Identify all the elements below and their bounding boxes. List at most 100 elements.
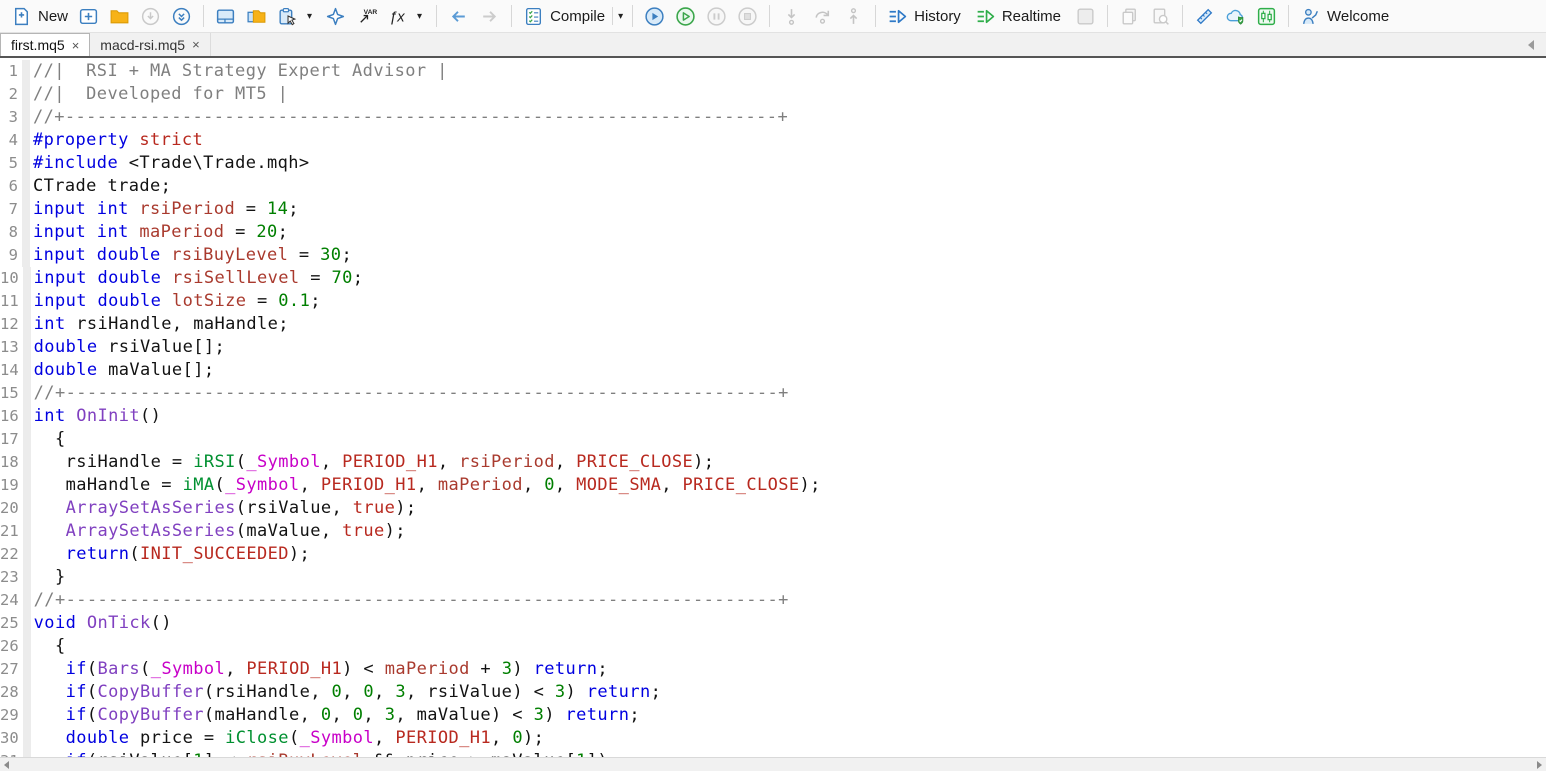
open-file-button[interactable] xyxy=(104,3,135,30)
code-line[interactable]: 21 ArraySetAsSeries(maValue, true); xyxy=(0,520,1546,543)
run-button[interactable] xyxy=(670,3,701,30)
fold-margin xyxy=(23,658,31,681)
tab-macd-rsi-mq5[interactable]: macd-rsi.mq5 × xyxy=(90,33,210,56)
pane-toggle-button[interactable] xyxy=(1070,3,1101,30)
code-line[interactable]: 30 double price = iClose(_Symbol, PERIOD… xyxy=(0,727,1546,750)
insert-function-button[interactable]: ƒx ▾ xyxy=(382,3,430,30)
code-line[interactable]: 8input int maPeriod = 20; xyxy=(0,221,1546,244)
code-line[interactable]: 19 maHandle = iMA(_Symbol, PERIOD_H1, ma… xyxy=(0,474,1546,497)
code-text: //+-------------------------------------… xyxy=(31,382,789,405)
code-line[interactable]: 25void OnTick() xyxy=(0,612,1546,635)
line-number: 2 xyxy=(0,83,22,106)
code-line[interactable]: 11input double lotSize = 0.1; xyxy=(0,290,1546,313)
code-text: #property strict xyxy=(30,129,203,152)
code-line[interactable]: 1//| RSI + MA Strategy Expert Advisor | xyxy=(0,60,1546,83)
cloud-protect-button[interactable] xyxy=(1220,3,1251,30)
welcome-label: Welcome xyxy=(1327,8,1389,25)
code-line[interactable]: 31 if(rsiValue[1] < rsiBuyLevel && price… xyxy=(0,750,1546,757)
code-line[interactable]: 16int OnInit() xyxy=(0,405,1546,428)
tab-scroll-left-icon[interactable] xyxy=(1528,40,1534,50)
new-file-button[interactable]: New xyxy=(6,3,73,30)
code-line[interactable]: 12int rsiHandle, maHandle; xyxy=(0,313,1546,336)
stop-button[interactable] xyxy=(732,3,763,30)
tab-first-mq5[interactable]: first.mq5 × xyxy=(0,33,90,56)
fold-margin xyxy=(23,290,31,313)
save-button[interactable] xyxy=(135,3,166,30)
realtime-play-icon xyxy=(975,6,996,27)
step-into-button[interactable] xyxy=(776,3,807,30)
code-text: int OnInit() xyxy=(31,405,162,428)
code-line[interactable]: 3//+------------------------------------… xyxy=(0,106,1546,129)
debug-restart-button[interactable] xyxy=(639,3,670,30)
tab-close-icon[interactable]: × xyxy=(192,38,200,51)
code-line[interactable]: 18 rsiHandle = iRSI(_Symbol, PERIOD_H1, … xyxy=(0,451,1546,474)
code-line[interactable]: 20 ArraySetAsSeries(rsiValue, true); xyxy=(0,497,1546,520)
code-line[interactable]: 29 if(CopyBuffer(maHandle, 0, 0, 3, maVa… xyxy=(0,704,1546,727)
realtime-button[interactable]: Realtime xyxy=(970,3,1066,30)
pause-button[interactable] xyxy=(701,3,732,30)
code-line[interactable]: 23 } xyxy=(0,566,1546,589)
fold-margin xyxy=(23,543,31,566)
history-button[interactable]: History xyxy=(882,3,966,30)
code-line[interactable]: 17 { xyxy=(0,428,1546,451)
folder-window-button[interactable] xyxy=(241,3,272,30)
fold-margin xyxy=(23,612,31,635)
toolbar-separator xyxy=(511,5,512,27)
toolbar-separator xyxy=(769,5,770,27)
folder-window-icon xyxy=(246,6,267,27)
paste-button[interactable]: ▾ xyxy=(272,3,320,30)
fold-margin xyxy=(22,83,30,106)
code-line[interactable]: 9input double rsiBuyLevel = 30; xyxy=(0,244,1546,267)
toolbar-separator xyxy=(1107,5,1108,27)
window-layout-button[interactable] xyxy=(210,3,241,30)
step-over-button[interactable] xyxy=(807,3,838,30)
code-line[interactable]: 26 { xyxy=(0,635,1546,658)
code-editor[interactable]: 1//| RSI + MA Strategy Expert Advisor |2… xyxy=(0,58,1546,757)
goto-variable-button[interactable]: VAR xyxy=(351,3,382,30)
chart-button[interactable] xyxy=(1251,3,1282,30)
toolbar-separator xyxy=(632,5,633,27)
save-icon xyxy=(140,6,161,27)
ai-assistant-button[interactable] xyxy=(320,3,351,30)
code-text: rsiHandle = iRSI(_Symbol, PERIOD_H1, rsi… xyxy=(31,451,715,474)
new-window-button[interactable] xyxy=(73,3,104,30)
welcome-button[interactable]: Welcome xyxy=(1295,3,1394,30)
code-line[interactable]: 4#property strict xyxy=(0,129,1546,152)
line-number: 8 xyxy=(0,221,22,244)
fold-margin xyxy=(23,497,31,520)
code-line[interactable]: 28 if(CopyBuffer(rsiHandle, 0, 0, 3, rsi… xyxy=(0,681,1546,704)
navigate-forward-button[interactable] xyxy=(474,3,505,30)
code-line[interactable]: 24//+-----------------------------------… xyxy=(0,589,1546,612)
code-line[interactable]: 27 if(Bars(_Symbol, PERIOD_H1) < maPerio… xyxy=(0,658,1546,681)
code-line[interactable]: 13double rsiValue[]; xyxy=(0,336,1546,359)
step-out-button[interactable] xyxy=(838,3,869,30)
cloud-protect-icon xyxy=(1225,6,1246,27)
code-line[interactable]: 10input double rsiSellLevel = 70; xyxy=(0,267,1546,290)
code-line[interactable]: 7input int rsiPeriod = 14; xyxy=(0,198,1546,221)
function-dropdown-caret[interactable]: ▾ xyxy=(414,11,425,22)
new-file-icon xyxy=(11,6,32,27)
horizontal-scrollbar[interactable] xyxy=(0,757,1546,771)
fold-margin xyxy=(23,336,31,359)
fold-margin xyxy=(23,635,31,658)
line-number: 26 xyxy=(0,635,23,658)
compile-dropdown-caret[interactable]: ▾ xyxy=(615,11,626,22)
copy-button[interactable] xyxy=(1114,3,1145,30)
code-line[interactable]: 14double maValue[]; xyxy=(0,359,1546,382)
line-number: 1 xyxy=(0,60,22,83)
tab-close-icon[interactable]: × xyxy=(72,39,80,52)
search-in-file-button[interactable] xyxy=(1145,3,1176,30)
code-line[interactable]: 22 return(INIT_SUCCEEDED); xyxy=(0,543,1546,566)
paste-dropdown-caret[interactable]: ▾ xyxy=(304,11,315,22)
hscroll-left-icon[interactable] xyxy=(4,761,9,769)
navigate-back-button[interactable] xyxy=(443,3,474,30)
styler-button[interactable] xyxy=(1189,3,1220,30)
code-line[interactable]: 15//+-----------------------------------… xyxy=(0,382,1546,405)
hscroll-right-icon[interactable] xyxy=(1537,761,1542,769)
toolbar-separator xyxy=(203,5,204,27)
code-line[interactable]: 5#include <Trade\Trade.mqh> xyxy=(0,152,1546,175)
save-all-button[interactable] xyxy=(166,3,197,30)
code-line[interactable]: 2//| Developed for MT5 | xyxy=(0,83,1546,106)
code-line[interactable]: 6CTrade trade; xyxy=(0,175,1546,198)
compile-button[interactable]: Compile xyxy=(518,3,610,30)
